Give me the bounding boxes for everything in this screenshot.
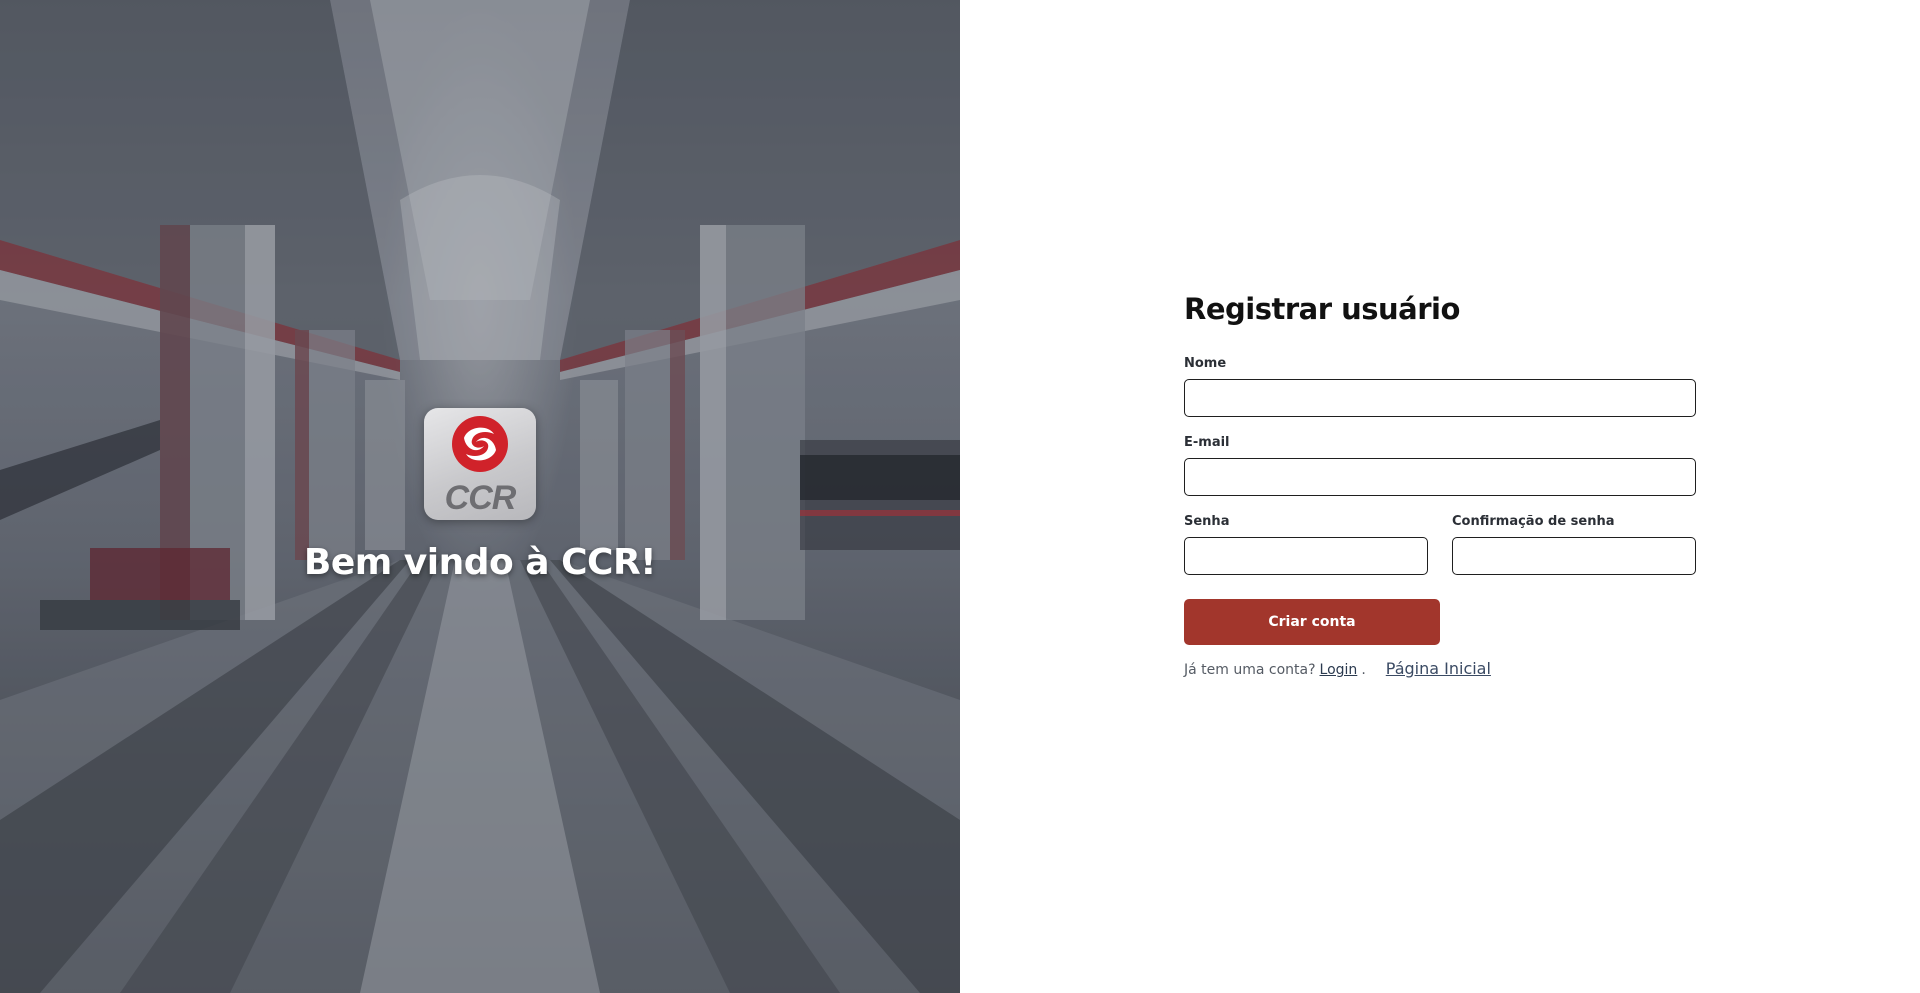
name-label: Nome [1184, 356, 1227, 371]
footer-links: Já tem uma conta? Login. Página Inicial [1184, 659, 1696, 678]
login-link[interactable]: Login [1320, 662, 1358, 678]
confirm-password-field-group: Confirmação de senha [1452, 514, 1696, 575]
name-input[interactable] [1184, 379, 1696, 417]
create-account-button[interactable]: Criar conta [1184, 599, 1440, 645]
register-page: CCR Bem vindo à CCR! Registrar usuário N… [0, 0, 1920, 993]
brand-block: CCR Bem vindo à CCR! [0, 408, 960, 583]
welcome-heading: Bem vindo à CCR! [303, 542, 657, 583]
ccr-swirl-icon [452, 416, 508, 472]
confirm-password-label: Confirmação de senha [1452, 514, 1615, 529]
hero-panel: CCR Bem vindo à CCR! [0, 0, 960, 993]
email-field-group: E-mail [1184, 435, 1696, 496]
password-field-group: Senha [1184, 514, 1428, 575]
email-input[interactable] [1184, 458, 1696, 496]
name-field-group: Nome [1184, 356, 1696, 417]
page-title: Registrar usuário [1184, 292, 1460, 326]
ccr-logo: CCR [424, 408, 536, 520]
have-account-text: Já tem uma conta? [1184, 662, 1316, 678]
logo-text: CCR [444, 479, 517, 517]
register-form: Registrar usuário Nome E-mail Senha Conf… [1184, 292, 1696, 678]
password-label: Senha [1184, 514, 1230, 529]
password-input[interactable] [1184, 537, 1428, 575]
home-page-link[interactable]: Página Inicial [1386, 659, 1491, 678]
email-label: E-mail [1184, 435, 1230, 450]
password-row: Senha Confirmação de senha [1184, 514, 1696, 593]
form-panel: Registrar usuário Nome E-mail Senha Conf… [960, 0, 1920, 993]
confirm-password-input[interactable] [1452, 537, 1696, 575]
period-text: . [1361, 662, 1366, 678]
